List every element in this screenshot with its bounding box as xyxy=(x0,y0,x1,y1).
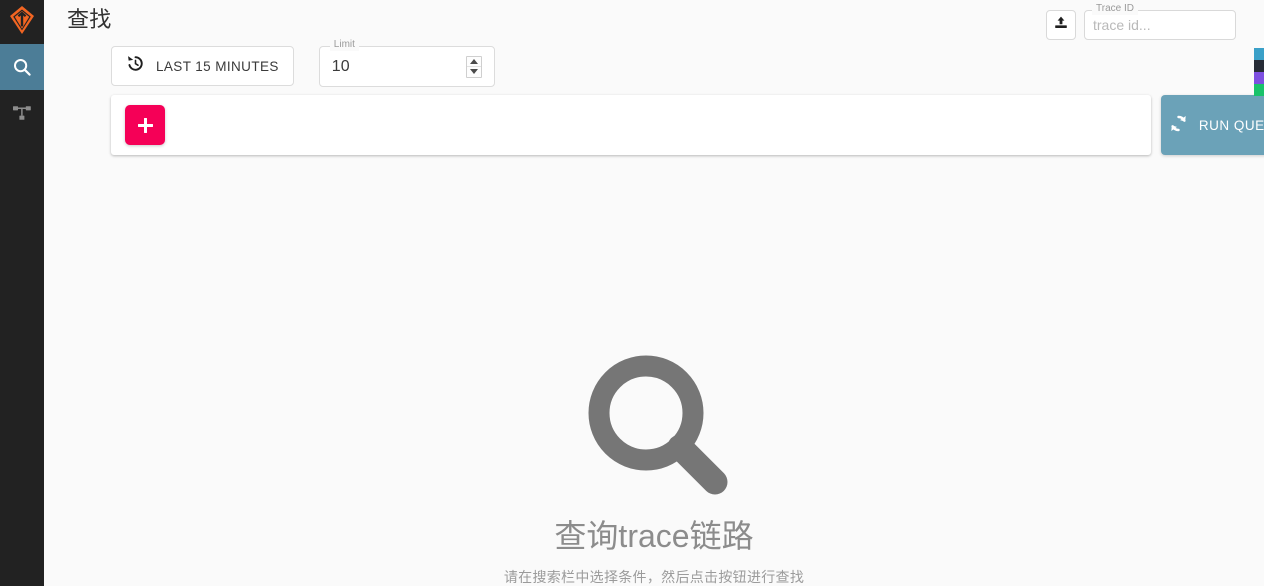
jaeger-logo-icon xyxy=(8,5,36,40)
edge-sliver xyxy=(1254,48,1264,96)
search-controls-row: LAST 15 MINUTES Limit xyxy=(111,39,495,87)
empty-state: 查询trace链路 请在搜索栏中选择条件，然后点击按钮进行查找 xyxy=(44,350,1264,586)
time-range-button[interactable]: LAST 15 MINUTES xyxy=(111,46,294,86)
sidebar xyxy=(0,0,44,586)
trace-id-legend: Trace ID xyxy=(1092,3,1138,15)
app-logo[interactable] xyxy=(0,0,44,44)
main-content: 查找 Trace ID trace id... LAST 15 MINUTES … xyxy=(44,0,1264,586)
trace-id-area: Trace ID xyxy=(1046,3,1236,40)
query-builder-card xyxy=(111,95,1151,155)
edge-sliver-segment xyxy=(1254,48,1264,60)
limit-stepper-down[interactable] xyxy=(467,67,481,77)
limit-field: Limit xyxy=(318,39,495,87)
edge-sliver-segment xyxy=(1254,60,1264,72)
trace-id-input[interactable] xyxy=(1085,11,1235,39)
upload-icon xyxy=(1053,15,1069,36)
run-query-button[interactable]: RUN QUERY xyxy=(1161,95,1264,155)
refresh-icon xyxy=(1168,113,1189,137)
history-icon xyxy=(126,54,145,78)
time-range-label: LAST 15 MINUTES xyxy=(156,58,279,74)
sidebar-item-search[interactable] xyxy=(0,44,44,90)
add-condition-button[interactable] xyxy=(125,105,165,145)
sidebar-item-dependencies[interactable] xyxy=(0,90,44,136)
upload-trace-button[interactable] xyxy=(1046,10,1076,40)
edge-sliver-segment xyxy=(1254,72,1264,84)
app-root: 查找 Trace ID trace id... LAST 15 MINUTES … xyxy=(0,0,1264,586)
empty-state-subtitle: 请在搜索栏中选择条件，然后点击按钮进行查找 xyxy=(503,569,805,585)
trace-id-field: Trace ID xyxy=(1084,3,1236,40)
limit-stepper[interactable] xyxy=(465,55,482,78)
chevron-up-icon xyxy=(469,58,478,64)
page-title: 查找 xyxy=(67,7,112,32)
limit-stepper-up[interactable] xyxy=(466,57,481,67)
chevron-down-icon xyxy=(469,69,478,74)
limit-input[interactable] xyxy=(319,57,450,76)
search-icon xyxy=(12,57,32,77)
limit-legend: Limit xyxy=(329,39,359,51)
dependency-graph-icon xyxy=(12,103,32,123)
magnifier-icon xyxy=(583,350,733,505)
edge-sliver-segment xyxy=(1254,84,1264,96)
empty-state-title: 查询trace链路 xyxy=(554,518,754,554)
run-query-label: RUN QUERY xyxy=(1198,117,1264,133)
plus-icon xyxy=(137,117,153,133)
